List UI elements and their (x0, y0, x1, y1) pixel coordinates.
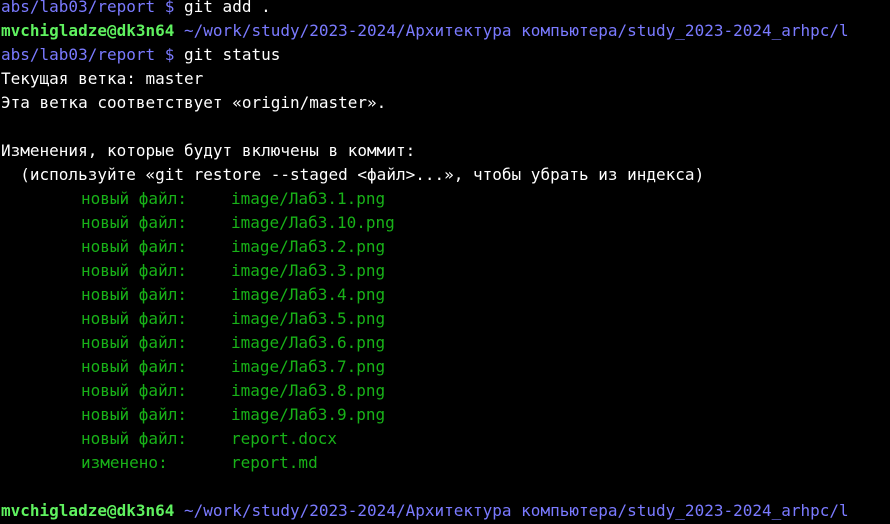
staged-status: новый файл: (81, 309, 187, 328)
staged-filename: image/Лаб3.8.png (231, 381, 386, 400)
staged-status: новый файл: (81, 285, 187, 304)
staged-status: новый файл: (81, 405, 187, 424)
staged-filename: image/Лаб3.2.png (231, 237, 386, 256)
output-tracking: Эта ветка соответствует «origin/master». (1, 93, 387, 112)
staged-filename: image/Лаб3.7.png (231, 357, 386, 376)
prompt-user: mvchigladze@dk3n64 (1, 21, 175, 40)
prompt-line-git-add: abs/lab03/report $ git add . (1, 0, 890, 19)
prompt-path: abs/lab03/report $ (1, 45, 175, 64)
command-text: git status (174, 45, 281, 64)
staged-file-row: новый файл: image/Лаб3.10.png (1, 211, 890, 235)
command-text: git add . (174, 0, 271, 16)
prompt-user: mvchigladze@dk3n64 (1, 501, 175, 520)
staged-status: новый файл: (81, 333, 187, 352)
prompt-line-user: mvchigladze@dk3n64 ~/work/study/2023-202… (1, 19, 890, 43)
prompt-line-current[interactable]: mvchigladze@dk3n64 ~/work/study/2023-202… (1, 499, 890, 523)
staged-file-row: новый файл: image/Лаб3.4.png (1, 283, 890, 307)
staged-filename: report.docx (231, 429, 337, 448)
staged-status: новый файл: (81, 357, 187, 376)
output-branch: Текущая ветка: master (1, 69, 204, 88)
staged-status: новый файл: (81, 213, 187, 232)
staged-filename: image/Лаб3.5.png (231, 309, 386, 328)
staged-status: новый файл: (81, 261, 187, 280)
staged-file-row: новый файл: image/Лаб3.8.png (1, 379, 890, 403)
output-changes-header: Изменения, которые будут включены в комм… (1, 141, 416, 160)
staged-file-row: новый файл: image/Лаб3.5.png (1, 307, 890, 331)
staged-filename: image/Лаб3.3.png (231, 261, 386, 280)
staged-file-row: новый файл: image/Лаб3.6.png (1, 331, 890, 355)
output-hint: (используйте «git restore --staged <файл… (1, 165, 705, 184)
staged-file-row: изменено: report.md (1, 451, 890, 475)
staged-filename: image/Лаб3.9.png (231, 405, 386, 424)
staged-filename: image/Лаб3.1.png (231, 189, 386, 208)
prompt-path: ~/work/study/2023-2024/Архитектура компь… (174, 21, 849, 40)
staged-filename: image/Лаб3.4.png (231, 285, 386, 304)
staged-file-row: новый файл: image/Лаб3.9.png (1, 403, 890, 427)
staged-file-row: новый файл: image/Лаб3.2.png (1, 235, 890, 259)
staged-filename: image/Лаб3.10.png (231, 213, 395, 232)
prompt-line-git-status: abs/lab03/report $ git status (1, 43, 890, 67)
prompt-path: ~/work/study/2023-2024/Архитектура компь… (174, 501, 849, 520)
staged-file-row: новый файл: image/Лаб3.7.png (1, 355, 890, 379)
prompt-path: abs/lab03/report $ (1, 0, 175, 16)
staged-file-row: новый файл: image/Лаб3.1.png (1, 187, 890, 211)
terminal-window[interactable]: abs/lab03/report $ git add . mvchigladze… (0, 0, 890, 524)
staged-status: новый файл: (81, 381, 187, 400)
staged-status: новый файл: (81, 237, 187, 256)
staged-filename: image/Лаб3.6.png (231, 333, 386, 352)
staged-filename: report.md (231, 453, 318, 472)
staged-status: новый файл: (81, 189, 187, 208)
staged-file-row: новый файл: report.docx (1, 427, 890, 451)
staged-file-row: новый файл: image/Лаб3.3.png (1, 259, 890, 283)
staged-status: изменено: (81, 453, 168, 472)
staged-status: новый файл: (81, 429, 187, 448)
